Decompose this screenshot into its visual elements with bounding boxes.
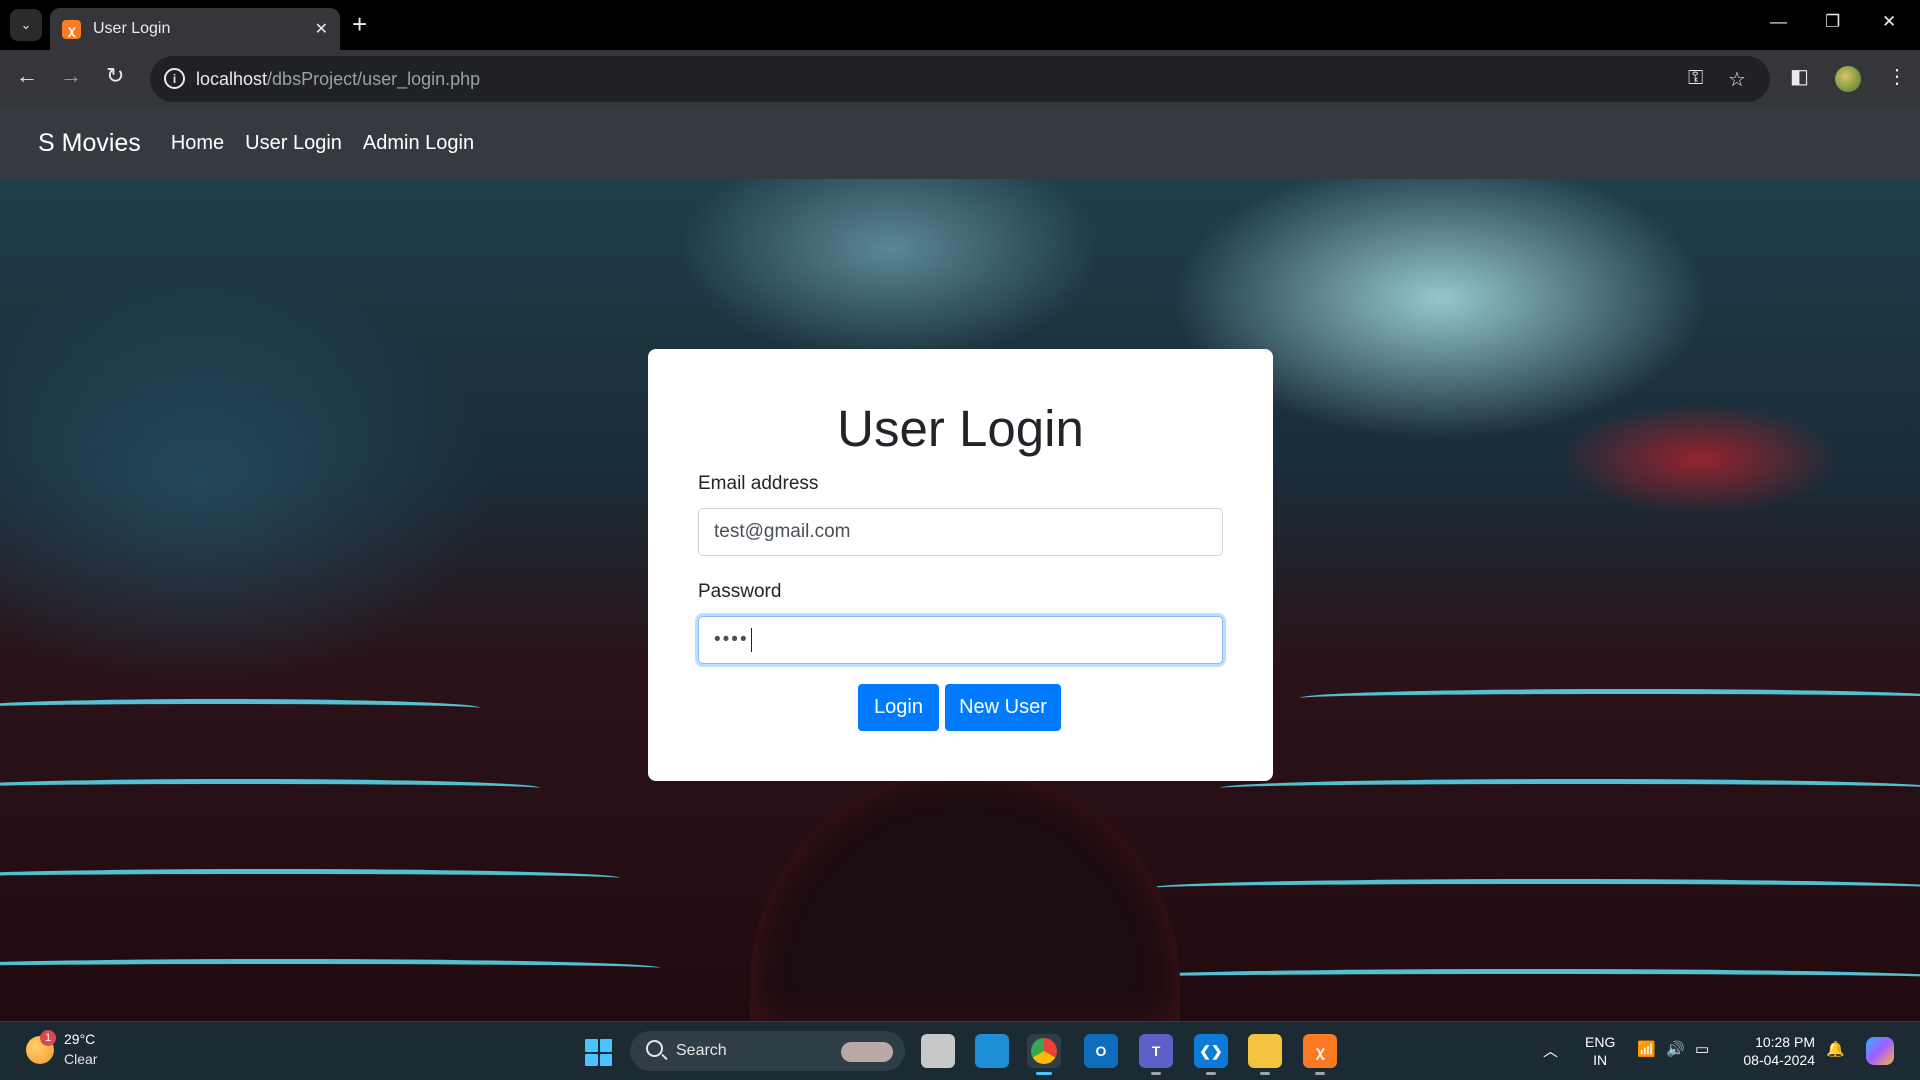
tab-title: User Login <box>93 20 171 37</box>
seat-row <box>1220 779 1920 797</box>
seat-row <box>0 699 480 717</box>
weather-temperature[interactable]: 29°C <box>64 1031 95 1047</box>
login-button[interactable]: Login <box>858 684 939 731</box>
start-button-icon[interactable] <box>585 1039 612 1066</box>
nav-link-home[interactable]: Home <box>171 132 224 155</box>
vscode-icon[interactable]: ❮❯ <box>1194 1034 1228 1075</box>
back-icon[interactable]: ← <box>16 63 38 89</box>
page-title: User Login <box>837 400 1084 457</box>
brand-logo-text[interactable]: S Movies <box>38 129 141 158</box>
wifi-icon[interactable]: 📶 <box>1637 1040 1656 1058</box>
seat-row <box>1150 879 1920 897</box>
seat-row <box>0 779 540 797</box>
taskbar-search[interactable]: Search <box>630 1031 905 1071</box>
seat-row <box>1300 689 1920 707</box>
password-label: Password <box>698 581 782 602</box>
weather-condition[interactable]: Clear <box>64 1051 97 1067</box>
chevron-down-icon: ⌄ <box>20 17 32 32</box>
search-highlight-image <box>841 1042 893 1062</box>
password-key-icon[interactable]: ⚿ <box>1688 67 1703 90</box>
password-value: •••• <box>714 629 749 650</box>
file-explorer-icon[interactable] <box>1248 1034 1282 1075</box>
seat-row <box>0 959 660 977</box>
browser-toolbar: ← → ↻ i localhost/dbsProject/user_login.… <box>0 50 1920 108</box>
more-menu-icon[interactable]: ⋮ <box>1887 64 1907 89</box>
login-card: User Login Email address test@gmail.com … <box>648 349 1273 781</box>
remote-desktop-icon[interactable] <box>975 1034 1009 1068</box>
side-panel-icon[interactable]: ◧ <box>1790 64 1809 89</box>
text-caret <box>750 628 752 652</box>
seat-row <box>1100 969 1920 987</box>
task-view-icon[interactable] <box>921 1034 955 1068</box>
weather-badge: 1 <box>40 1030 56 1046</box>
teams-icon[interactable]: T <box>1139 1034 1173 1075</box>
viewer-silhouette <box>750 769 1180 1021</box>
url-text[interactable]: localhost/dbsProject/user_login.php <box>196 69 480 90</box>
outlook-icon[interactable]: O <box>1084 1034 1118 1068</box>
show-hidden-icons-chevron-icon[interactable]: ︿ <box>1543 1040 1558 1061</box>
search-icon <box>646 1040 663 1057</box>
seat-row <box>0 869 620 887</box>
new-user-button[interactable]: New User <box>945 684 1061 731</box>
battery-icon[interactable]: ▭ <box>1695 1040 1709 1058</box>
email-label: Email address <box>698 473 819 494</box>
email-value: test@gmail.com <box>714 521 851 542</box>
email-field[interactable]: test@gmail.com <box>698 508 1223 556</box>
nav-link-admin-login[interactable]: Admin Login <box>363 132 474 155</box>
xampp-icon[interactable]: ꭓ <box>1303 1034 1337 1075</box>
close-window-icon[interactable]: ✕ <box>1882 12 1896 32</box>
address-bar[interactable]: i localhost/dbsProject/user_login.php ⚿ … <box>150 56 1770 102</box>
profile-avatar[interactable] <box>1835 66 1861 92</box>
notification-bell-icon[interactable]: 🔔 <box>1826 1040 1845 1058</box>
site-info-icon[interactable]: i <box>164 68 185 89</box>
xampp-favicon-icon: ꭓ <box>62 19 81 39</box>
search-label: Search <box>676 1042 727 1059</box>
system-clock[interactable]: 10:28 PM 08-04-2024 <box>1735 1033 1815 1069</box>
chrome-icon[interactable] <box>1027 1034 1061 1075</box>
new-tab-button[interactable]: + <box>352 11 367 37</box>
tab-list-button[interactable]: ⌄ <box>10 9 42 41</box>
nav-link-user-login[interactable]: User Login <box>245 132 342 155</box>
password-field[interactable]: •••• <box>698 616 1223 664</box>
browser-tab[interactable]: ꭓ User Login ✕ <box>50 8 340 50</box>
language-indicator[interactable]: ENG IN <box>1585 1033 1615 1069</box>
restore-icon[interactable]: ❐ <box>1825 12 1840 32</box>
minimize-icon[interactable]: — <box>1770 12 1787 32</box>
site-navbar: S Movies Home User Login Admin Login <box>0 108 1920 179</box>
copilot-icon[interactable] <box>1866 1037 1894 1065</box>
forward-icon[interactable]: → <box>60 63 82 89</box>
tab-close-icon[interactable]: ✕ <box>315 19 328 39</box>
bookmark-star-icon[interactable]: ☆ <box>1728 67 1746 92</box>
browser-tab-strip: ⌄ ꭓ User Login ✕ + — ❐ ✕ <box>0 0 1920 50</box>
reload-icon[interactable]: ↻ <box>106 63 124 89</box>
volume-icon[interactable]: 🔊 <box>1666 1040 1685 1058</box>
os-taskbar: 1 29°C Clear Search O T ❮❯ ꭓ ︿ ENG IN 📶 🔊… <box>0 1021 1920 1080</box>
